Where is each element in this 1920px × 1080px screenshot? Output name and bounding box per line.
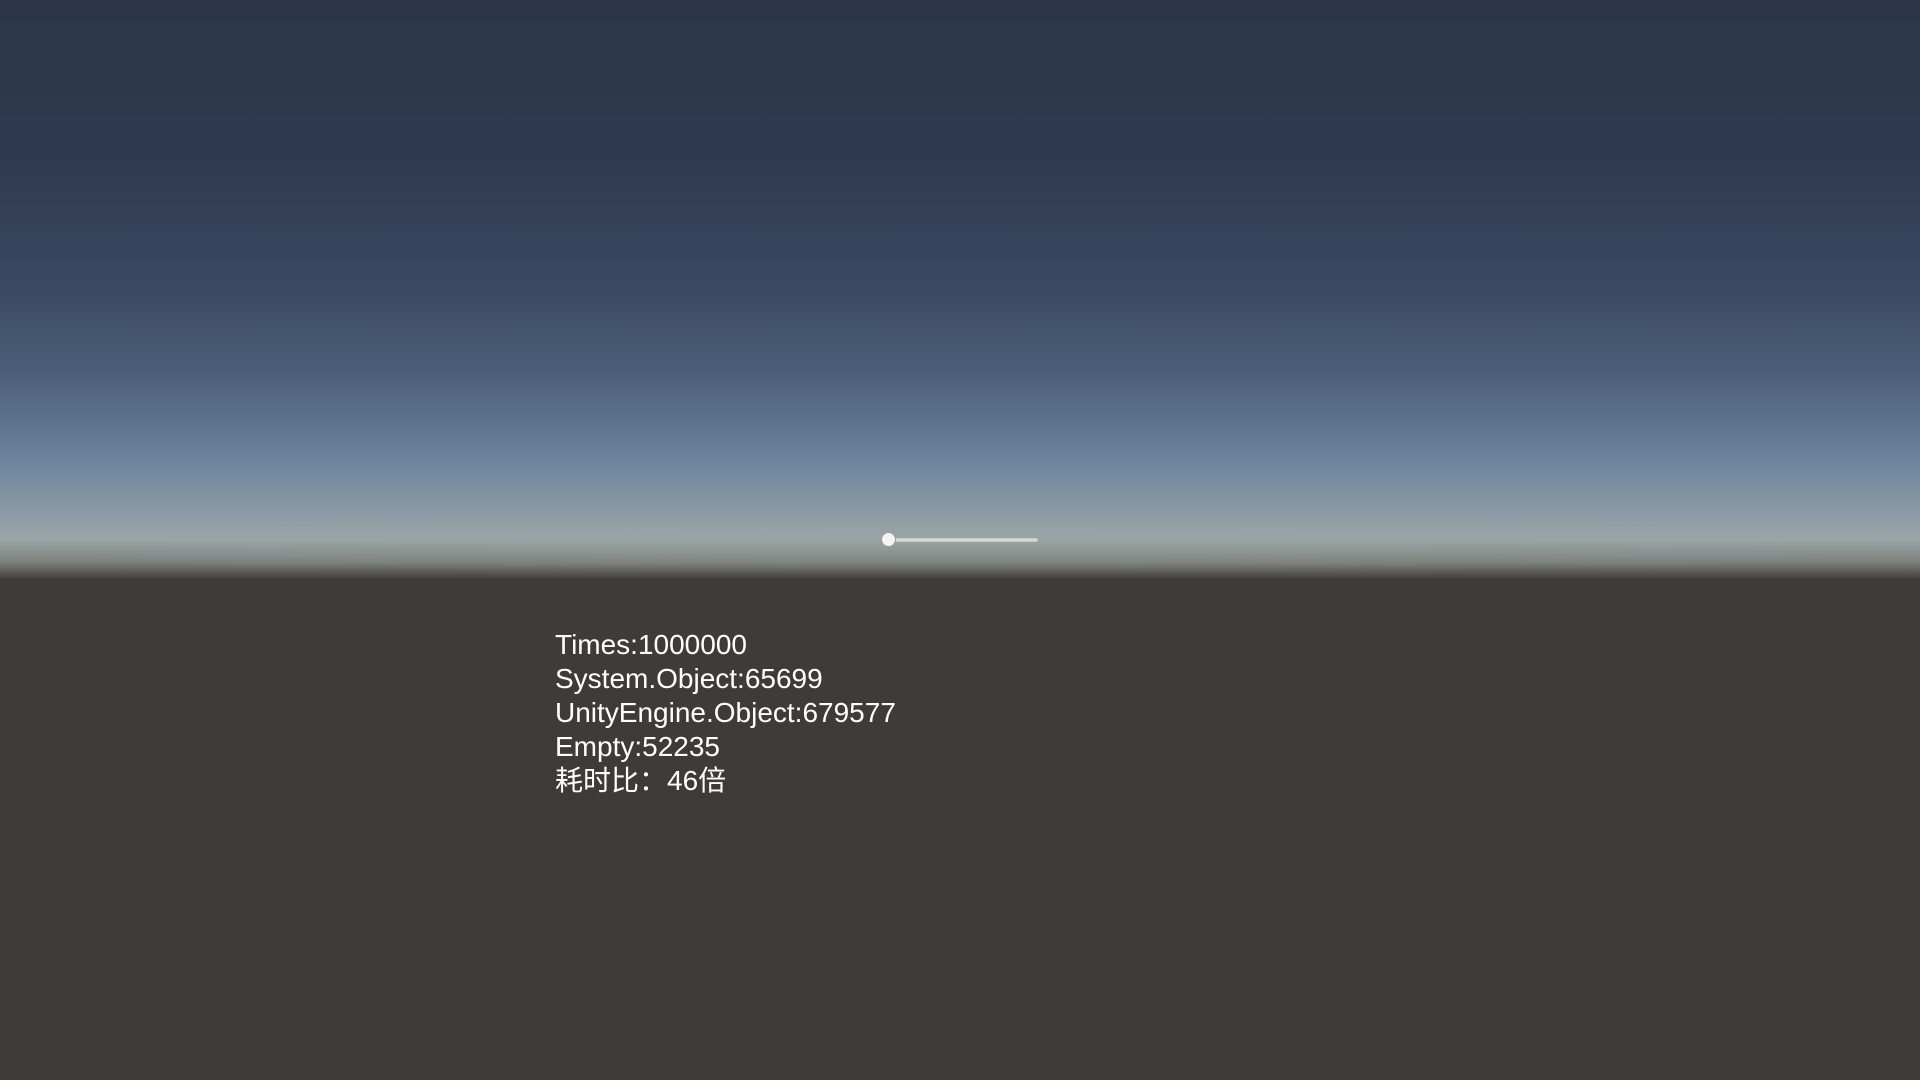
benchmark-stats: Times:1000000 System.Object:65699 UnityE… <box>555 628 896 798</box>
value-slider[interactable] <box>880 530 1040 550</box>
game-viewport: Times:1000000 System.Object:65699 UnityE… <box>0 0 1920 1080</box>
unity-object-label: UnityEngine.Object:679577 <box>555 697 896 728</box>
ratio-label: 耗时比：46倍 <box>555 765 727 796</box>
times-label: Times:1000000 <box>555 629 747 660</box>
slider-handle[interactable] <box>881 532 896 547</box>
slider-track[interactable] <box>888 538 1038 542</box>
skybox <box>0 0 1920 580</box>
empty-label: Empty:52235 <box>555 731 720 762</box>
system-object-label: System.Object:65699 <box>555 663 823 694</box>
ground-plane <box>0 578 1920 1080</box>
